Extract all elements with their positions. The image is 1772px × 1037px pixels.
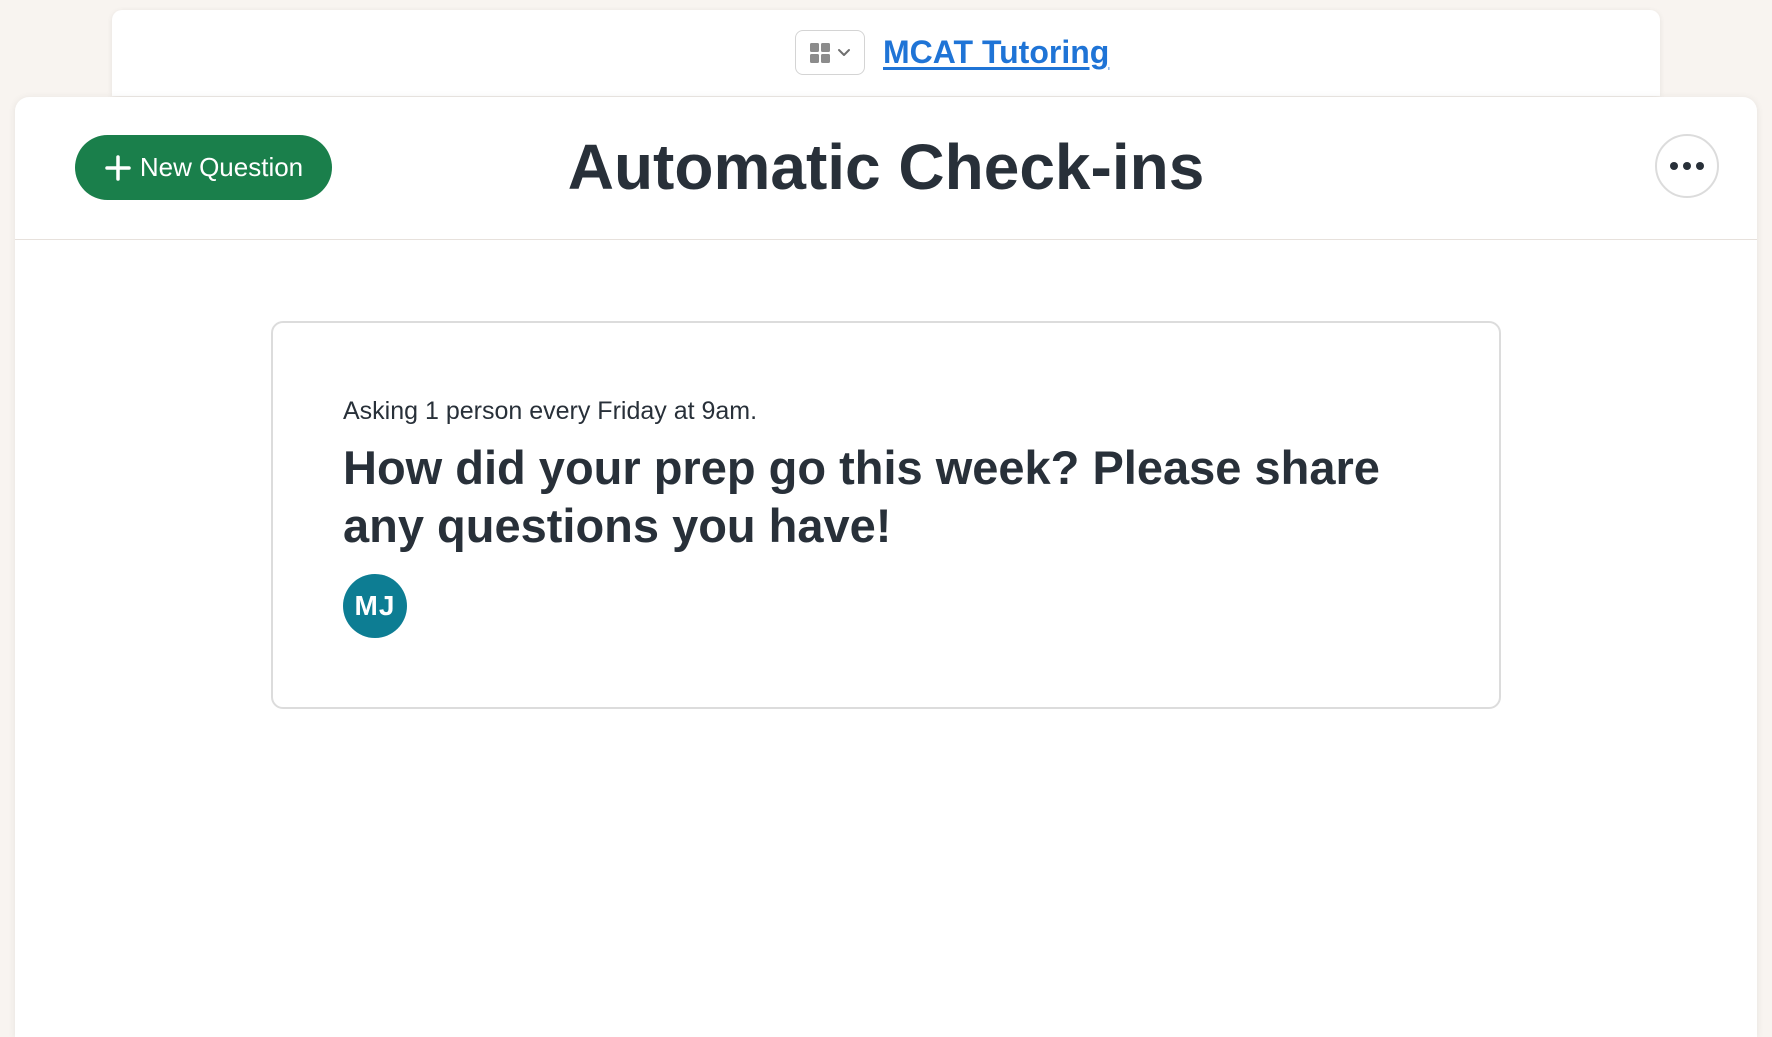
page-title: Automatic Check-ins (567, 131, 1205, 203)
grid-icon (810, 42, 830, 63)
ellipsis-icon (1670, 162, 1704, 170)
checkin-card[interactable]: Asking 1 person every Friday at 9am. How… (271, 321, 1501, 709)
project-switcher-button[interactable] (795, 30, 865, 75)
main-panel: New Question Automatic Check-ins Asking … (15, 97, 1757, 1037)
avatar[interactable]: MJ (343, 574, 407, 638)
chevron-down-icon (838, 48, 850, 56)
project-link[interactable]: MCAT Tutoring (883, 30, 1109, 75)
project-bar: MCAT Tutoring (112, 10, 1660, 96)
page-header: New Question Automatic Check-ins (15, 97, 1757, 240)
checkin-schedule: Asking 1 person every Friday at 9am. (343, 397, 758, 425)
checkin-question: How did your prep go this week? Please s… (343, 441, 1380, 552)
more-options-button[interactable] (1655, 134, 1719, 198)
